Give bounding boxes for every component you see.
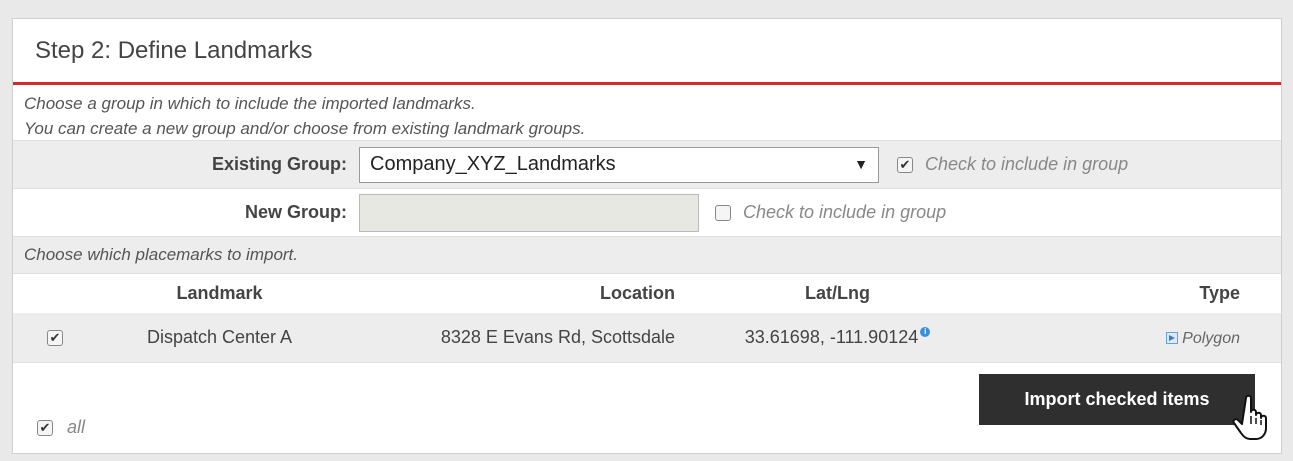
hand-cursor-icon	[1232, 394, 1267, 440]
polygon-icon	[1166, 332, 1179, 345]
new-group-input[interactable]	[359, 193, 699, 232]
existing-group-row: Existing Group: Company_XYZ_Landmarks ▼ …	[13, 140, 1281, 188]
landmark-type: Polygon	[1182, 330, 1240, 347]
table-row: ✔ Dispatch Center A 8328 E Evans Rd, Sco…	[13, 313, 1281, 363]
existing-group-include-checkbox[interactable]: ✔	[897, 156, 913, 173]
type-cell: Polygon	[990, 327, 1280, 348]
placemarks-note: Choose which placemarks to import.	[24, 245, 299, 264]
existing-group-label: Existing Group:	[212, 154, 347, 174]
new-group-row: New Group: Check to include in group	[13, 188, 1281, 236]
placemarks-note-row: Choose which placemarks to import.	[13, 236, 1281, 273]
column-header-type: Type	[1199, 283, 1240, 303]
latlng-cell: 33.61698, -111.90124 i	[685, 327, 990, 348]
import-checked-items-button[interactable]: Import checked items	[979, 374, 1255, 425]
new-group-include-checkbox[interactable]	[715, 204, 731, 221]
new-group-label: New Group:	[245, 202, 347, 222]
landmark-latlng: 33.61698, -111.90124	[744, 327, 919, 347]
chevron-down-icon: ▼	[854, 155, 868, 172]
select-all-label: all	[67, 417, 86, 437]
column-header-location: Location	[600, 283, 675, 303]
existing-group-selected-value: Company_XYZ_Landmarks	[370, 153, 616, 175]
info-icon[interactable]: i	[920, 327, 931, 337]
landmark-name: Dispatch Center A	[146, 327, 293, 347]
table-header-row: Landmark Location Lat/Lng Type	[13, 273, 1281, 313]
intro-text: Choose a group in which to include the i…	[13, 85, 1281, 140]
column-header-landmark: Landmark	[176, 283, 263, 303]
panel-title: Step 2: Define Landmarks	[35, 36, 313, 64]
intro-line-1: Choose a group in which to include the i…	[24, 94, 476, 113]
select-all-checkbox[interactable]: ✔	[37, 419, 53, 436]
existing-group-include-label: Check to include in group	[925, 154, 1129, 174]
intro-line-2: You can create a new group and/or choose…	[24, 119, 586, 138]
row-select-checkbox[interactable]: ✔	[47, 329, 63, 346]
landmark-location: 8328 E Evans Rd, Scottsdale	[440, 327, 675, 347]
panel-header: Step 2: Define Landmarks	[13, 19, 1281, 85]
column-header-latlng: Lat/Lng	[805, 283, 870, 303]
select-all-group: ✔ all	[37, 417, 85, 438]
existing-group-select[interactable]: Company_XYZ_Landmarks ▼	[359, 146, 879, 183]
new-group-include-label: Check to include in group	[743, 202, 947, 222]
